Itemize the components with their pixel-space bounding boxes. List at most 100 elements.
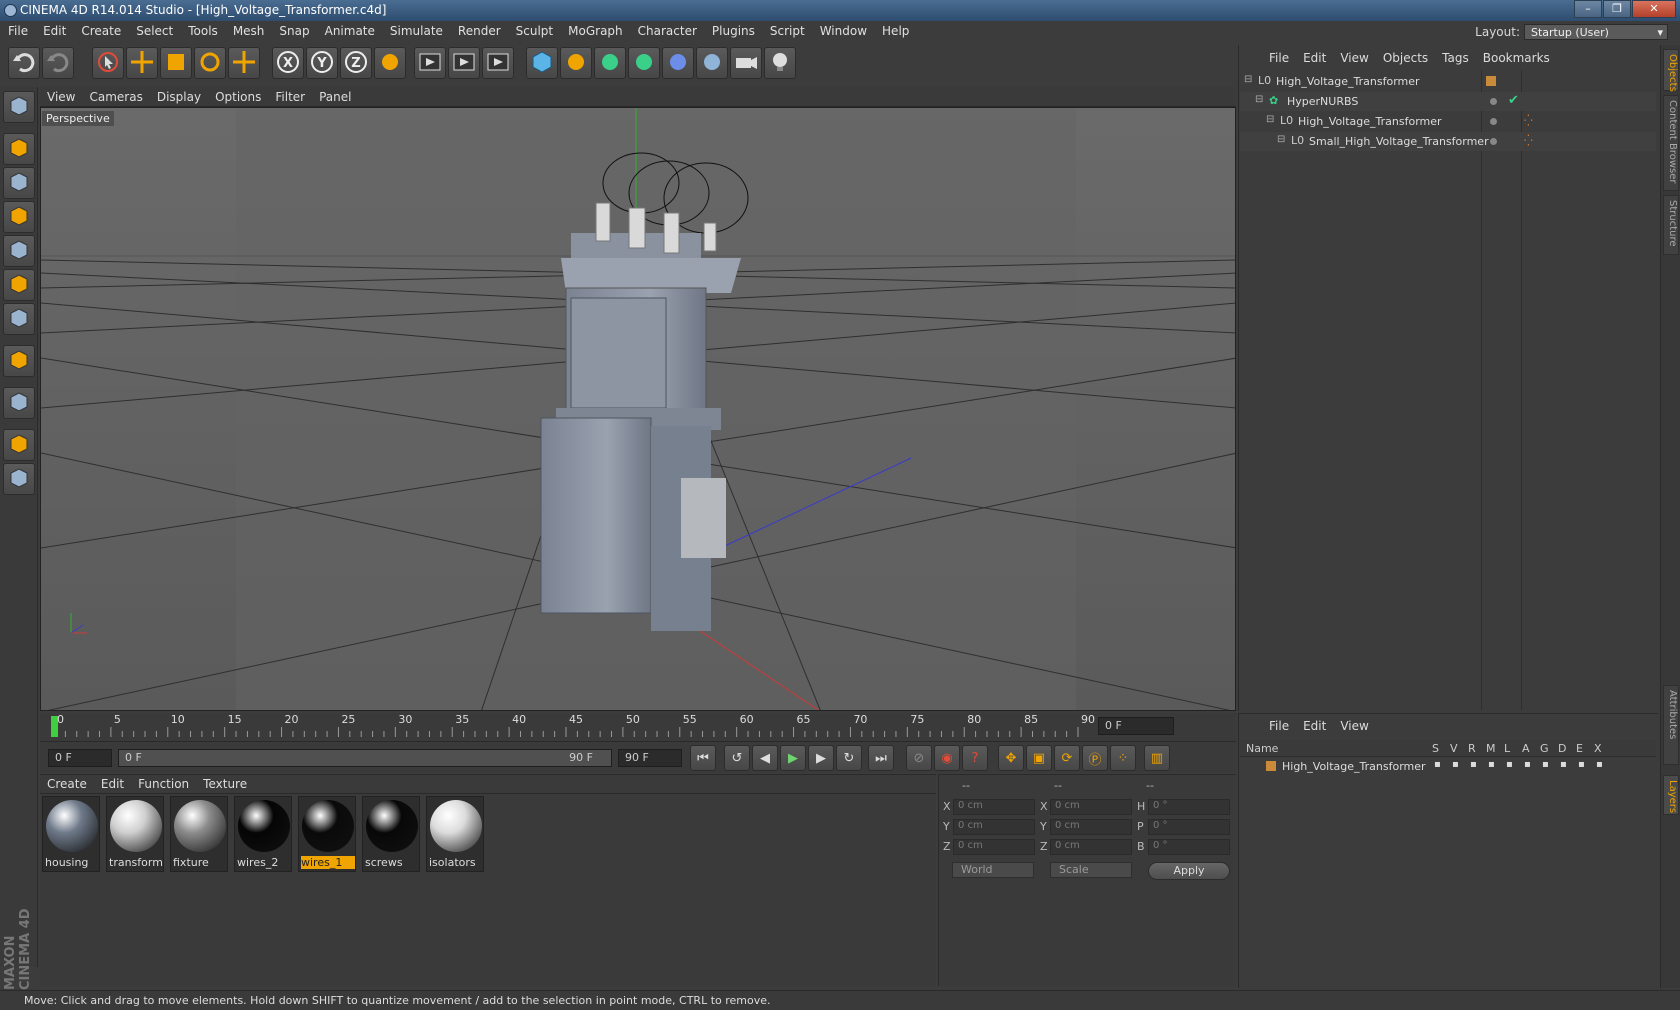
layer-column-header[interactable]: X (1594, 742, 1602, 755)
render-view-button[interactable] (414, 47, 446, 79)
viewport-perspective[interactable] (40, 107, 1236, 711)
coord-mode-select[interactable]: World (952, 862, 1034, 878)
menu-help[interactable]: Help (874, 21, 916, 38)
cube-button[interactable] (526, 47, 558, 79)
coord-position-field[interactable]: 0 cm (953, 839, 1035, 855)
layer-column-header[interactable]: D (1558, 742, 1566, 755)
rotate-button[interactable] (194, 47, 226, 79)
material-swatch[interactable]: housing (42, 796, 100, 872)
expand-toggle-icon[interactable]: ⊟ (1266, 114, 1274, 125)
expand-toggle-icon[interactable]: ⊟ (1244, 74, 1252, 85)
layer-toggle-icon[interactable]: ▪ (1578, 759, 1585, 770)
move-button[interactable] (126, 47, 158, 79)
layer-menu-edit[interactable]: Edit (1296, 716, 1333, 736)
add-button[interactable] (228, 47, 260, 79)
coord-rotation-field[interactable]: 0 ° (1148, 799, 1230, 815)
light-button[interactable] (764, 47, 796, 79)
apply-button[interactable]: Apply (1148, 862, 1230, 880)
material-menu-edit[interactable]: Edit (94, 774, 131, 791)
layer-column-header[interactable]: A (1522, 742, 1530, 755)
material-swatch[interactable]: fixture (170, 796, 228, 872)
end-frame-field[interactable]: 90 F (618, 749, 682, 767)
viewport-menu-panel[interactable]: Panel (312, 87, 358, 104)
layer-column-header[interactable]: G (1540, 742, 1549, 755)
layer-column-header[interactable]: R (1468, 742, 1476, 755)
next-key-icon[interactable]: ↻ (836, 745, 862, 771)
timeline-window-icon[interactable]: ▥ (1144, 745, 1170, 771)
object-menu-edit[interactable]: Edit (1296, 48, 1333, 68)
layer-row[interactable]: High_Voltage_Transformer ▪ ▪ ▪ ▪ ▪ ▪ ▪ ▪ ▪ ▪ (1240, 757, 1656, 776)
viewport-menu-options[interactable]: Options (208, 87, 268, 104)
key-parameter-icon[interactable]: Ⓟ (1082, 745, 1108, 771)
object-menu-tags[interactable]: Tags (1435, 48, 1476, 68)
step-forward-icon[interactable]: ▶ (808, 745, 834, 771)
menu-character[interactable]: Character (630, 21, 704, 38)
timeline-ruler[interactable]: 0 F 0 5 10 15 20 25 30 35 40 45 50 55 60 65 70 75 80 85 90 (40, 713, 1236, 741)
layer-column-header[interactable]: E (1576, 742, 1583, 755)
object-menu-file[interactable]: File (1262, 48, 1296, 68)
workplane-lock-button[interactable] (3, 429, 35, 461)
material-tag-icon[interactable]: ⁛ (1524, 134, 1533, 147)
coord-rotation-field[interactable]: 0 ° (1148, 839, 1230, 855)
menu-edit[interactable]: Edit (35, 21, 73, 38)
viewport-menu-display[interactable]: Display (150, 87, 208, 104)
key-rotation-icon[interactable]: ⟳ (1054, 745, 1080, 771)
size-mode-select[interactable]: Scale (1050, 862, 1132, 878)
camera-button[interactable] (730, 47, 762, 79)
menu-window[interactable]: Window (812, 21, 874, 38)
toggle-active-view-button[interactable] (3, 91, 35, 123)
points-mode-button[interactable] (3, 235, 35, 267)
close-button[interactable]: ✕ (1632, 0, 1676, 18)
layer-toggle-icon[interactable]: ▪ (1542, 759, 1549, 770)
menu-file[interactable]: File (0, 21, 35, 38)
model-mode-button[interactable] (3, 133, 35, 165)
dock-tab-objects[interactable]: Objects (1663, 49, 1679, 92)
maximize-button[interactable]: ❐ (1603, 0, 1631, 18)
menu-simulate[interactable]: Simulate (382, 21, 450, 38)
coord-size-field[interactable]: 0 cm (1050, 819, 1132, 835)
layer-toggle-icon[interactable]: ▪ (1560, 759, 1567, 770)
minimize-button[interactable]: – (1574, 0, 1602, 18)
object-menu-bookmarks[interactable]: Bookmarks (1476, 48, 1557, 68)
menu-render[interactable]: Render (450, 21, 508, 38)
array-button[interactable] (628, 47, 660, 79)
object-row[interactable]: ⊟ L0 High_Voltage_Transformer (1240, 72, 1656, 91)
texture-mode-button[interactable] (3, 167, 35, 199)
menu-sculpt[interactable]: Sculpt (508, 21, 560, 38)
material-swatch[interactable]: wires_2 (234, 796, 292, 872)
viewport-menu-filter[interactable]: Filter (268, 87, 312, 104)
visibility-dot-icon[interactable] (1490, 138, 1497, 145)
current-frame-field[interactable]: 0 F (1098, 717, 1174, 735)
dock-tab-content-browser[interactable]: Content Browser (1663, 95, 1679, 191)
material-swatch[interactable]: transforma (106, 796, 164, 872)
soft-selection-button[interactable] (3, 463, 35, 495)
coord-size-field[interactable]: 0 cm (1050, 839, 1132, 855)
layer-column-header[interactable]: V (1450, 742, 1458, 755)
layer-toggle-icon[interactable]: ▪ (1470, 759, 1477, 770)
coord-position-field[interactable]: 0 cm (953, 819, 1035, 835)
layer-toggle-icon[interactable]: ▪ (1488, 759, 1495, 770)
deformer-button[interactable] (662, 47, 694, 79)
material-menu-create[interactable]: Create (40, 774, 94, 791)
material-menu-function[interactable]: Function (131, 774, 196, 791)
menu-mesh[interactable]: Mesh (225, 21, 272, 38)
coordinate-system-button[interactable] (374, 47, 406, 79)
render-settings-button[interactable] (482, 47, 514, 79)
layer-toggle-icon[interactable]: ▪ (1506, 759, 1513, 770)
start-frame-field[interactable]: 0 F (48, 749, 112, 767)
menu-snap[interactable]: Snap (271, 21, 316, 38)
layer-menu-view[interactable]: View (1333, 716, 1375, 736)
y-axis-button[interactable]: Y (306, 47, 338, 79)
layer-column-header[interactable]: M (1486, 742, 1496, 755)
menu-tools[interactable]: Tools (180, 21, 225, 38)
layer-menu-file[interactable]: File (1262, 716, 1296, 736)
undo-button[interactable] (8, 47, 40, 79)
object-row[interactable]: ⊟ L0 Small_High_Voltage_Transformer ⁛ (1240, 132, 1656, 151)
menu-plugins[interactable]: Plugins (704, 21, 762, 38)
z-axis-button[interactable]: Z (340, 47, 372, 79)
material-menu-texture[interactable]: Texture (196, 774, 254, 791)
enabled-check-icon[interactable]: ✔ (1508, 93, 1519, 108)
layer-column-header[interactable]: Name (1246, 742, 1278, 755)
go-to-end-icon[interactable]: ⏭ (868, 745, 894, 771)
key-scale-icon[interactable]: ▣ (1026, 745, 1052, 771)
